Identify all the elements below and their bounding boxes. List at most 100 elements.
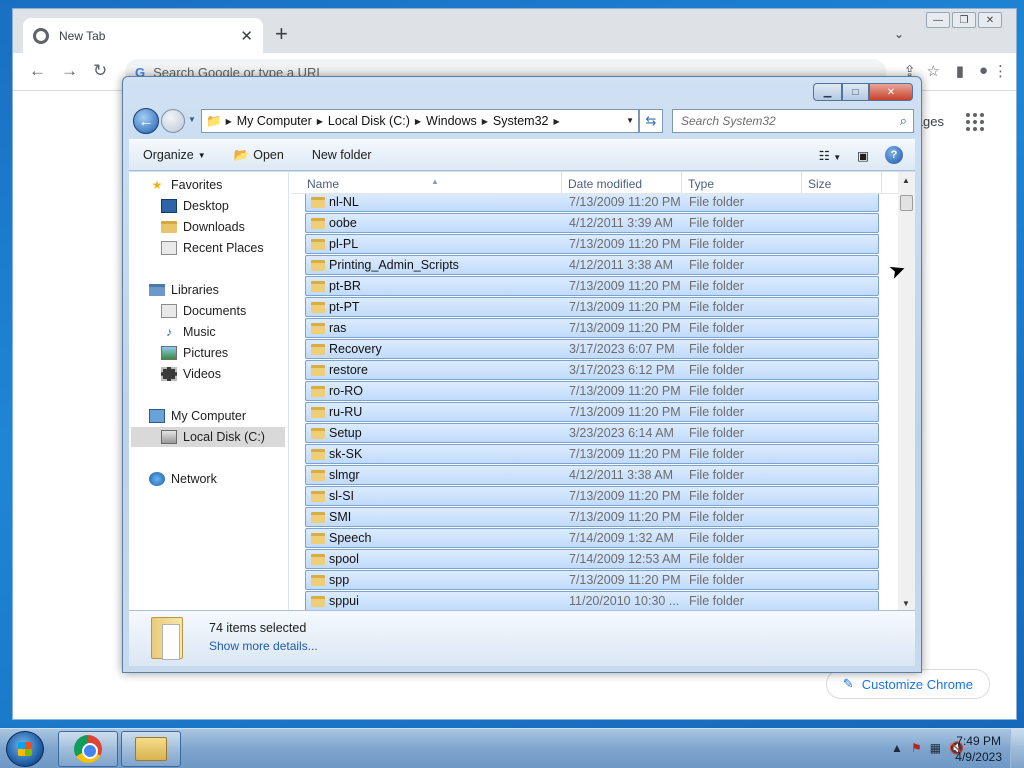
folder-icon [311,281,325,292]
new-tab-button[interactable]: + [275,23,288,45]
breadcrumb-my-computer[interactable]: My Computer [237,114,312,128]
table-row[interactable]: oobe 4/12/2011 3:39 AM File folder [305,213,879,233]
breadcrumb-local-disk[interactable]: Local Disk (C:) [328,114,410,128]
open-button[interactable]: 📂 Open [234,148,284,163]
apps-grid-icon[interactable] [966,113,984,131]
table-row[interactable]: pt-BR 7/13/2009 11:20 PM File folder [305,276,879,296]
explorer-minimize-button[interactable]: ▁ [813,83,842,101]
nav-downloads-label: Downloads [183,220,245,234]
nav-my-computer[interactable]: My Computer [149,406,246,426]
row-type: File folder [689,300,744,314]
side-panel-icon[interactable]: ▮ [956,62,964,80]
nav-recent-places[interactable]: Recent Places [161,238,264,258]
explorer-close-button[interactable]: ✕ [869,83,913,101]
back-arrow-icon[interactable]: ← [29,61,46,81]
preview-pane-icon[interactable]: ▣ [857,148,869,163]
new-folder-label: New folder [311,148,372,162]
nav-videos[interactable]: Videos [161,364,221,384]
breadcrumb-separator-icon[interactable]: ▶ [226,117,232,126]
explorer-forward-button[interactable] [161,109,185,133]
tab-new-tab[interactable]: New Tab ✕ [23,18,263,53]
breadcrumb-windows[interactable]: Windows [426,114,477,128]
explorer-body: ★ Favorites Desktop Downloads Recent Pla… [129,172,915,612]
table-row[interactable]: nl-NL 7/13/2009 11:20 PM File folder [305,194,879,212]
table-row[interactable]: Setup 3/23/2023 6:14 AM File folder [305,423,879,443]
organize-button[interactable]: Organize ▼ [143,148,206,162]
column-size[interactable]: Size [808,177,831,191]
column-name[interactable]: Name [307,177,339,191]
search-icon[interactable]: ⌕ [900,113,907,129]
scroll-down-icon[interactable]: ▼ [902,599,910,608]
forward-arrow-icon[interactable]: → [61,61,78,81]
scrollbar-thumb[interactable] [900,195,913,211]
tab-close-icon[interactable]: ✕ [240,27,253,45]
table-row[interactable]: spool 7/14/2009 12:53 AM File folder [305,549,879,569]
tab-search-chevron-icon[interactable]: ⌄ [894,27,904,41]
nav-local-disk[interactable]: Local Disk (C:) [131,427,285,447]
search-system32-input[interactable]: Search System32 ⌕ [672,109,914,133]
table-row[interactable]: pl-PL 7/13/2009 11:20 PM File folder [305,234,879,254]
nav-desktop[interactable]: Desktop [161,196,229,216]
table-row[interactable]: restore 3/17/2023 6:12 PM File folder [305,360,879,380]
nav-libraries[interactable]: Libraries [149,280,219,300]
show-more-details-link[interactable]: Show more details... [209,639,318,653]
show-hidden-icons-icon[interactable]: ▲ [891,741,903,755]
taskbar-explorer-button[interactable] [121,731,181,767]
action-center-flag-icon[interactable]: ⚑ [911,741,922,755]
refresh-button[interactable]: ⇆ [639,109,663,133]
nav-network[interactable]: Network [149,469,217,489]
scroll-up-icon[interactable]: ▲ [902,176,910,185]
table-row[interactable]: ras 7/13/2009 11:20 PM File folder [305,318,879,338]
clock[interactable]: 7:49 PM 4/9/2023 [955,733,1002,765]
chrome-close-button[interactable]: ✕ [978,12,1002,28]
address-dropdown-icon[interactable]: ▼ [626,116,634,125]
table-row[interactable]: ru-RU 7/13/2009 11:20 PM File folder [305,402,879,422]
profile-avatar-icon[interactable]: ● [979,62,988,79]
table-row[interactable]: SMI 7/13/2009 11:20 PM File folder [305,507,879,527]
reload-icon[interactable]: ↻ [93,61,107,81]
table-row[interactable]: ro-RO 7/13/2009 11:20 PM File folder [305,381,879,401]
column-type[interactable]: Type [688,177,714,191]
table-row[interactable]: Recovery 3/17/2023 6:07 PM File folder [305,339,879,359]
explorer-maximize-button[interactable]: □ [842,83,869,101]
breadcrumb-system32[interactable]: System32 [493,114,549,128]
help-icon[interactable]: ? [885,146,903,164]
address-bar[interactable]: 📁 ▶ My Computer ▶ Local Disk (C:) ▶ Wind… [201,109,639,133]
breadcrumb-separator-icon[interactable]: ▶ [317,117,323,126]
nav-pictures[interactable]: Pictures [161,343,228,363]
table-row[interactable]: spp 7/13/2009 11:20 PM File folder [305,570,879,590]
desktop-icon [161,199,177,213]
breadcrumb-separator-icon[interactable]: ▶ [415,117,421,126]
nav-downloads[interactable]: Downloads [161,217,245,237]
vertical-scrollbar[interactable]: ▲ ▼ [898,172,915,612]
nav-favorites[interactable]: ★ Favorites [149,175,223,195]
network-status-icon[interactable]: ▦ [930,741,941,755]
show-desktop-button[interactable] [1010,729,1024,768]
chrome-restore-button[interactable]: ❐ [952,12,976,28]
chrome-minimize-button[interactable]: — [926,12,950,28]
row-name: sk-SK [329,447,363,461]
table-row[interactable]: slmgr 4/12/2011 3:38 AM File folder [305,465,879,485]
table-row[interactable]: Speech 7/14/2009 1:32 AM File folder [305,528,879,548]
taskbar-chrome-button[interactable] [58,731,118,767]
new-folder-button[interactable]: New folder [312,148,372,162]
table-row[interactable]: Printing_Admin_Scripts 4/12/2011 3:38 AM F… [305,255,879,275]
table-row[interactable]: sl-SI 7/13/2009 11:20 PM File folder [305,486,879,506]
menu-dots-icon[interactable]: ⋮ [993,62,1008,80]
customize-chrome-button[interactable]: ✎ Customize Chrome [825,669,990,699]
bookmark-star-icon[interactable]: ☆ [927,62,940,80]
column-date-modified[interactable]: Date modified [568,177,642,191]
nav-documents[interactable]: Documents [161,301,246,321]
start-button[interactable] [6,731,44,767]
nav-music[interactable]: ♪ Music [161,322,216,342]
breadcrumb-separator-icon[interactable]: ▶ [482,117,488,126]
row-date-modified: 11/20/2010 10:30 ... [569,594,680,608]
table-row[interactable]: sk-SK 7/13/2009 11:20 PM File folder [305,444,879,464]
explorer-back-button[interactable]: ← [133,108,159,134]
table-row[interactable]: sppui 11/20/2010 10:30 ... File folder [305,591,879,611]
breadcrumb-separator-icon[interactable]: ▶ [554,117,560,126]
change-view-icon[interactable]: ☷ ▼ [819,148,842,163]
recent-pages-dropdown-icon[interactable]: ▼ [188,115,196,124]
folder-icon [311,491,325,502]
table-row[interactable]: pt-PT 7/13/2009 11:20 PM File folder [305,297,879,317]
